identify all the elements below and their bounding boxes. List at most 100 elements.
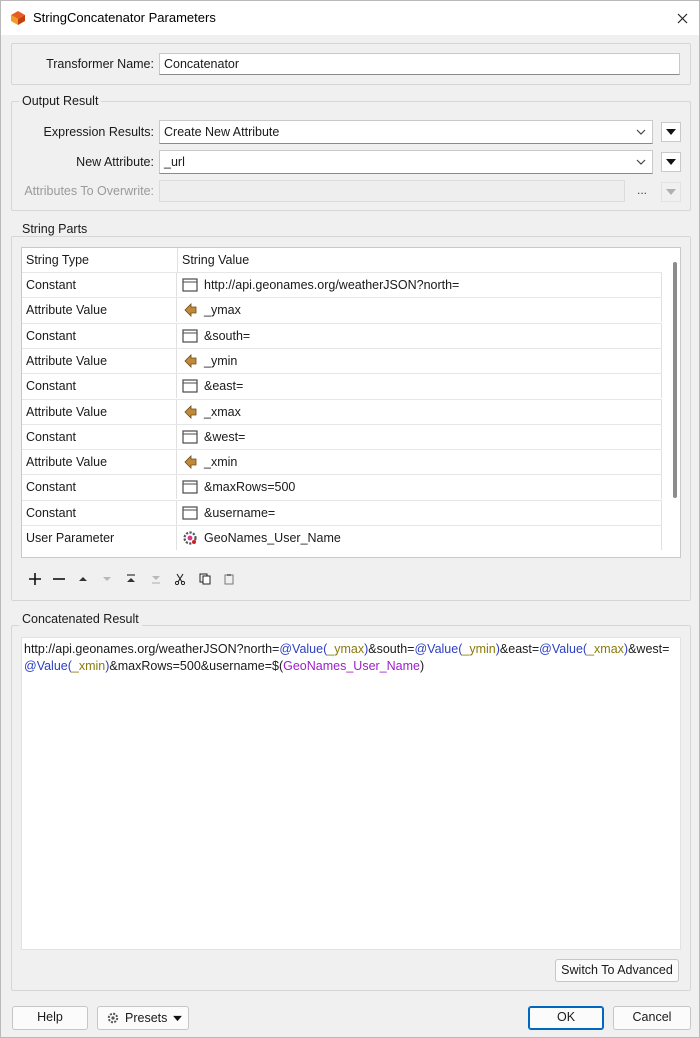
paste-button[interactable] <box>220 570 238 588</box>
text-token: ) <box>419 659 425 673</box>
transformer-name-input[interactable]: Concatenator <box>159 53 680 75</box>
string-type-cell[interactable]: Constant <box>22 424 177 449</box>
new-attribute-select[interactable]: _url <box>159 150 653 174</box>
close-button[interactable] <box>665 1 699 35</box>
string-type-cell[interactable]: Attribute Value <box>22 348 177 373</box>
attribute-icon <box>182 454 198 470</box>
concatenated-result-label: Concatenated Result <box>19 612 142 626</box>
string-value-text: _ymin <box>204 353 238 368</box>
string-value-cell[interactable]: &west= <box>178 424 662 449</box>
string-value-text: _xmax <box>204 404 241 419</box>
string-value-cell[interactable]: _ymax <box>178 298 662 323</box>
switch-to-advanced-button[interactable]: Switch To Advanced <box>555 959 679 982</box>
cut-button[interactable] <box>171 570 189 588</box>
expression-results-menu-button[interactable] <box>661 122 681 142</box>
copy-button[interactable] <box>196 570 214 588</box>
attribute-token: _ymin <box>462 642 496 656</box>
remove-row-button[interactable] <box>50 570 68 588</box>
value-function-token: @Value( <box>414 642 463 656</box>
attribute-icon <box>182 302 198 318</box>
string-value-text: _xmin <box>204 455 238 470</box>
value-function-token: @Value( <box>279 642 328 656</box>
move-up-button[interactable] <box>74 570 92 588</box>
new-attribute-menu-button[interactable] <box>661 152 681 172</box>
table-row[interactable]: Constant &south= <box>22 322 662 348</box>
string-type-cell[interactable]: Constant <box>22 323 177 348</box>
string-value-cell[interactable]: &south= <box>178 323 662 348</box>
triangle-down-icon <box>666 159 676 165</box>
string-value-cell[interactable]: _xmin <box>178 450 662 475</box>
string-type-cell[interactable]: User Parameter <box>22 526 177 550</box>
string-value-cell[interactable]: http://api.geonames.org/weatherJSON?nort… <box>178 273 662 297</box>
table-row[interactable]: Constant &west= <box>22 423 662 449</box>
gear-icon <box>107 1012 119 1024</box>
table-row[interactable]: Attribute Value _ymin <box>22 347 662 373</box>
table-row[interactable]: Attribute Value _xmax <box>22 398 662 424</box>
title-bar[interactable]: StringConcatenator Parameters <box>1 1 699 35</box>
text-token: &east= <box>499 642 540 656</box>
concatenated-result-text[interactable]: http://api.geonames.org/weatherJSON?nort… <box>21 637 681 950</box>
string-type-cell[interactable]: Constant <box>22 475 177 500</box>
dialog-window: StringConcatenator Parameters Transforme… <box>0 0 700 1038</box>
table-row[interactable]: Constant http://api.geonames.org/weatherJ… <box>22 272 662 297</box>
table-row[interactable]: Constant &username= <box>22 499 662 525</box>
scrollbar-thumb[interactable] <box>673 262 677 498</box>
string-value-cell[interactable]: _ymin <box>178 348 662 373</box>
table-header: String Type String Value <box>22 248 680 272</box>
attributes-to-overwrite-input[interactable] <box>159 180 625 202</box>
move-top-icon <box>127 574 135 582</box>
string-value-text: &username= <box>204 505 276 520</box>
string-value-cell[interactable]: _xmax <box>178 399 662 424</box>
move-to-top-button[interactable] <box>122 570 140 588</box>
string-type-cell[interactable]: Attribute Value <box>22 450 177 475</box>
parameter-token: GeoNames_User_Name <box>283 659 420 673</box>
ok-button[interactable]: OK <box>528 1006 604 1030</box>
help-button[interactable]: Help <box>12 1006 88 1030</box>
cancel-button[interactable]: Cancel <box>613 1006 691 1030</box>
string-value-text: &maxRows=500 <box>204 480 296 495</box>
table-row[interactable]: Attribute Value _xmin <box>22 449 662 475</box>
string-value-text: GeoNames_User_Name <box>204 531 341 545</box>
string-value-cell[interactable]: GeoNames_User_Name <box>178 526 662 550</box>
table-row[interactable]: Attribute Value _ymax <box>22 297 662 323</box>
move-to-bottom-button[interactable] <box>147 570 165 588</box>
string-type-cell[interactable]: Constant <box>22 374 177 399</box>
attributes-to-overwrite-browse-button[interactable]: ... <box>630 181 654 201</box>
string-value-text: http://api.geonames.org/weatherJSON?nort… <box>204 278 460 292</box>
string-value-text: &east= <box>204 379 244 394</box>
table-row[interactable]: User Parameter GeoNames_User_Name <box>22 525 662 550</box>
add-row-button[interactable] <box>26 570 44 588</box>
chevron-down-icon <box>636 129 646 135</box>
column-header-string-type[interactable]: String Type <box>22 248 177 272</box>
string-type-cell[interactable]: Attribute Value <box>22 298 177 323</box>
arrow-up-icon <box>79 577 87 581</box>
string-value-text: &south= <box>204 328 251 343</box>
string-type-cell[interactable]: Attribute Value <box>22 399 177 424</box>
expression-results-select[interactable]: Create New Attribute <box>159 120 653 144</box>
value-function-token: @Value( <box>24 659 72 673</box>
attribute-token: _ymax <box>327 642 365 656</box>
new-attribute-label: New Attribute: <box>76 155 154 169</box>
move-down-button[interactable] <box>98 570 116 588</box>
string-type-cell[interactable]: Constant <box>22 500 177 525</box>
move-bottom-icon <box>152 576 160 584</box>
attributes-to-overwrite-menu-button[interactable] <box>661 182 681 202</box>
string-value-text: _ymax <box>204 303 241 318</box>
chevron-down-icon <box>636 159 646 165</box>
presets-button[interactable]: Presets <box>97 1006 189 1030</box>
string-value-cell[interactable]: &maxRows=500 <box>178 475 662 500</box>
string-type-cell[interactable]: Constant <box>22 273 177 297</box>
table-row[interactable]: Constant &maxRows=500 <box>22 474 662 500</box>
triangle-down-icon <box>666 189 676 195</box>
column-header-string-value[interactable]: String Value <box>178 248 662 272</box>
string-parts-label: String Parts <box>19 222 91 236</box>
text-token: &south= <box>368 642 415 656</box>
attribute-token: _xmax <box>587 642 624 656</box>
table-row[interactable]: Constant &east= <box>22 373 662 399</box>
fme-app-icon <box>11 11 25 25</box>
string-value-cell[interactable]: &east= <box>178 374 662 399</box>
constant-icon <box>182 479 198 495</box>
transformer-name-label: Transformer Name: <box>46 57 154 71</box>
string-value-cell[interactable]: &username= <box>178 500 662 525</box>
table-scrollbar[interactable] <box>672 262 678 544</box>
